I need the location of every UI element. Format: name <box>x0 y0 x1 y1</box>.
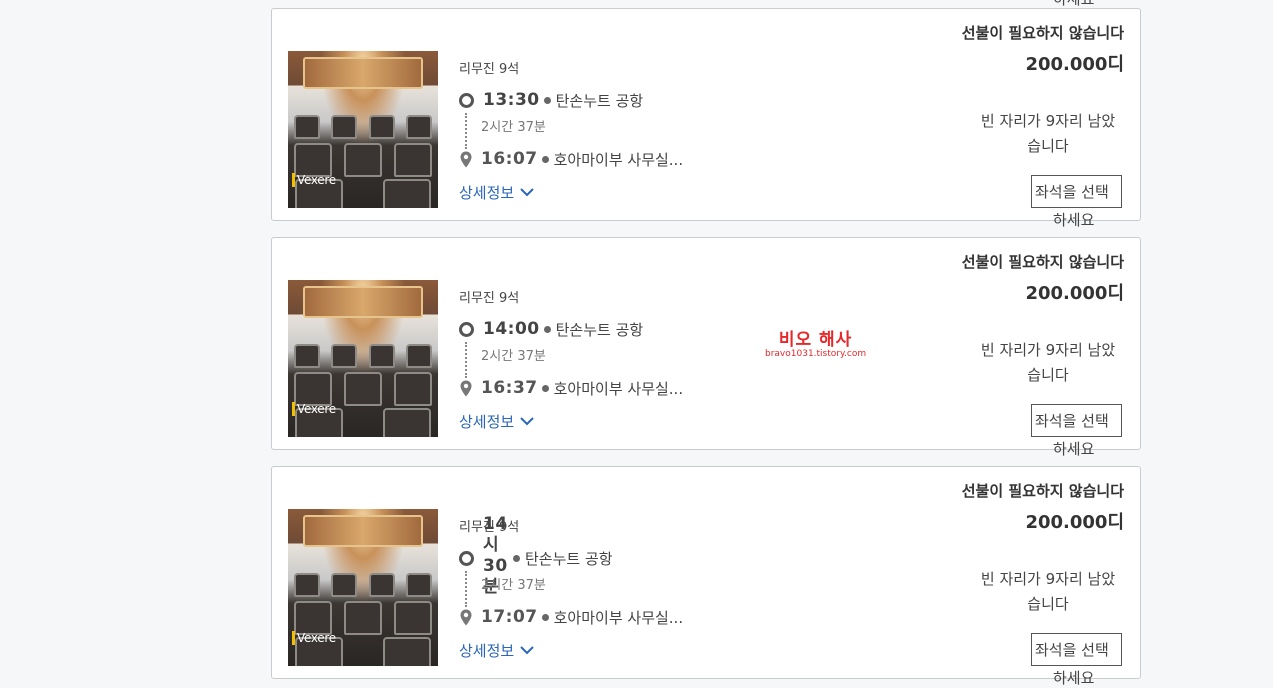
vexere-logo: Vexere <box>292 173 336 187</box>
route-dotted-line <box>465 113 467 149</box>
chevron-down-icon <box>520 188 534 197</box>
departure-row: 14시 30분 탄손누트 공항 <box>459 514 613 597</box>
location-pin-icon <box>459 150 473 168</box>
prepay-notice: 선불이 필요하지 않습니다 <box>961 482 1124 500</box>
seats-left-text: 빈 자리가 9자리 남았습니다 <box>980 341 1116 384</box>
departure-circle-icon <box>459 321 474 337</box>
arrival-place: 호아마이부 사무실... <box>553 379 684 398</box>
location-pin-icon <box>459 608 473 626</box>
price: 200.000디 <box>1025 512 1124 533</box>
select-seat-label-line1: 좌석을 선택 <box>1035 183 1109 201</box>
bus-type-label: 리무진 9석 <box>459 291 520 306</box>
select-seat-button[interactable]: 좌석을 선택 하세요 <box>1031 633 1122 687</box>
select-seat-label-line2: 하세요 <box>1053 440 1095 458</box>
bullet-dot <box>513 554 520 562</box>
watermark-url: bravo1031.tistory.com <box>765 349 867 359</box>
select-seat-label-line2: 하세요 <box>1053 211 1095 229</box>
bus-photo[interactable]: Vexere <box>288 51 438 208</box>
details-toggle[interactable]: 상세정보 <box>459 640 534 661</box>
arrival-place: 호아마이부 사무실... <box>553 150 684 169</box>
vexere-logo: Vexere <box>292 402 336 416</box>
arrival-time: 17:07 <box>481 607 538 627</box>
location-pin-icon <box>459 379 473 397</box>
details-toggle[interactable]: 상세정보 <box>459 411 534 432</box>
bus-type-label: 리무진 9석 <box>459 62 520 77</box>
chevron-down-icon <box>520 646 534 655</box>
route-dotted-line <box>465 342 467 378</box>
select-seat-button[interactable]: 좌석을 선택 하세요 <box>1031 175 1122 229</box>
select-seat-label-line1: 좌석을 선택 <box>1035 412 1109 430</box>
select-seat-label-line2: 하세요 <box>1053 669 1095 687</box>
bus-photo[interactable]: Vexere <box>288 509 438 666</box>
trip-card: Vexere 리무진 9석 14시 30분 탄손누트 공항 2시간 37분 17… <box>271 466 1141 687</box>
blog-watermark: 비오 해사 bravo1031.tistory.com <box>765 331 866 359</box>
departure-time: 14:00 <box>483 319 540 339</box>
arrival-place: 호아마이부 사무실... <box>553 608 684 627</box>
departure-circle-icon <box>459 92 474 108</box>
details-label: 상세정보 <box>459 413 515 431</box>
departure-row: 14:00 탄손누트 공항 <box>459 318 643 340</box>
arrival-time: 16:07 <box>481 149 538 169</box>
select-seat-button[interactable]: 좌석을 선택 하세요 <box>1031 404 1122 458</box>
bullet-dot <box>543 96 551 104</box>
departure-circle-icon <box>459 550 474 566</box>
trip-list: Vexere 리무진 9석 13:30 탄손누트 공항 2시간 37분 16:0… <box>271 0 1141 687</box>
details-label: 상세정보 <box>459 642 515 660</box>
departure-place: 탄손누트 공항 <box>525 549 613 568</box>
watermark-title: 비오 해사 <box>778 330 853 350</box>
departure-time: 13:30 <box>483 90 540 110</box>
seats-left-text: 빈 자리가 9자리 남았습니다 <box>980 570 1116 613</box>
vexere-logo: Vexere <box>292 631 336 645</box>
bullet-dot <box>541 155 549 163</box>
details-toggle[interactable]: 상세정보 <box>459 182 534 203</box>
seats-left-text: 빈 자리가 9자리 남았습니다 <box>980 112 1116 155</box>
price: 200.000디 <box>1025 283 1124 304</box>
price: 200.000디 <box>1025 54 1124 75</box>
details-label: 상세정보 <box>459 184 515 202</box>
arrival-row: 17:07 호아마이부 사무실... <box>459 606 683 628</box>
departure-row: 13:30 탄손누트 공항 <box>459 89 643 111</box>
prepay-notice: 선불이 필요하지 않습니다 <box>961 24 1124 42</box>
chevron-down-icon <box>520 417 534 426</box>
bullet-dot <box>541 613 549 621</box>
bullet-dot <box>543 325 551 333</box>
arrival-row: 16:07 호아마이부 사무실... <box>459 148 683 170</box>
route-dotted-line <box>465 571 467 607</box>
prepay-notice: 선불이 필요하지 않습니다 <box>961 253 1124 271</box>
arrival-row: 16:37 호아마이부 사무실... <box>459 377 683 399</box>
trip-card: Vexere 리무진 9석 13:30 탄손누트 공항 2시간 37분 16:0… <box>271 8 1141 229</box>
arrival-time: 16:37 <box>481 378 538 398</box>
select-seat-label-line1: 좌석을 선택 <box>1035 641 1109 659</box>
departure-place: 탄손누트 공항 <box>555 320 644 339</box>
trip-card: Vexere 리무진 9석 14:00 탄손누트 공항 2시간 37분 16:3… <box>271 237 1141 458</box>
bus-photo[interactable]: Vexere <box>288 280 438 437</box>
departure-place: 탄손누트 공항 <box>555 91 644 110</box>
bullet-dot <box>541 384 549 392</box>
